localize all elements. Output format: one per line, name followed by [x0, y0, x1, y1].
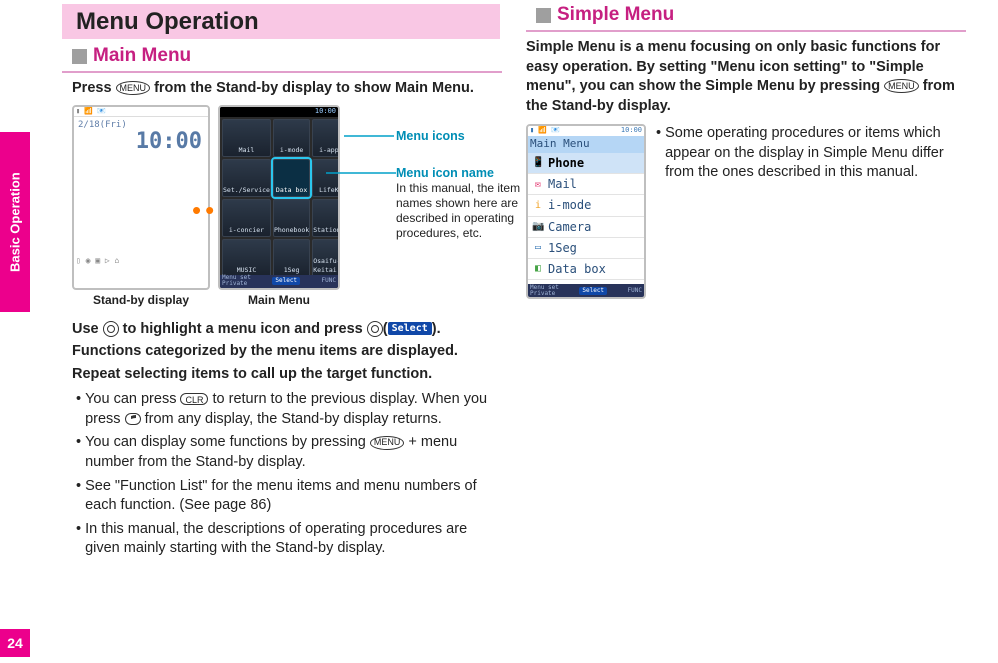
menu-item-icon: 📱: [532, 156, 544, 170]
menu-icon: Phonebook: [273, 199, 310, 237]
softkey-select: Select: [272, 277, 300, 285]
simple-menu-subhead: Simple Menu: [536, 4, 964, 26]
bullet-4: • In this manual, the descriptions of op…: [76, 520, 500, 559]
square-icon: [72, 49, 87, 64]
annotation-menu-icon-name-desc: In this manual, the item names shown her…: [396, 181, 526, 241]
menu-key-icon: MENU: [884, 79, 919, 93]
menu-icon: 1Seg: [273, 239, 310, 277]
section-title-bar: Menu Operation: [62, 4, 500, 39]
bullet-2: • You can display some functions by pres…: [76, 433, 500, 472]
menu-item-label: Phone: [548, 155, 584, 171]
menu-item-icon: ✉: [532, 178, 544, 192]
simple-menu-figure: ▮ 📶 📧10:00 Main Menu 📱Phone✉Mailii-mode📷…: [526, 124, 646, 299]
menu-item-icon: 📷: [532, 220, 544, 234]
divider: [62, 71, 502, 73]
menu-item-icon: i: [532, 199, 544, 213]
menu-item-label: i-mode: [548, 197, 591, 213]
main-menu-subhead: Main Menu: [72, 45, 500, 67]
simple-menu-item: ◧ Data box: [528, 259, 644, 280]
bullet-3: • See "Function List" for the menu items…: [76, 477, 500, 516]
standby-time: 10:00: [74, 131, 208, 153]
simple-menu-item: 📷 Camera: [528, 217, 644, 238]
simple-menu-note: • Some operating procedures or items whi…: [656, 124, 964, 183]
standby-caption: Stand-by display: [72, 292, 210, 308]
softkey-left: Menu set Private: [222, 275, 251, 287]
menu-item-label: Mail: [548, 176, 577, 192]
menu-item-icon: ▭: [532, 241, 544, 255]
square-icon: [536, 8, 551, 23]
annotation-menu-icon-name: Menu icon name: [396, 165, 494, 182]
menu-item-icon: ◧: [532, 262, 544, 276]
side-tab: Basic Operation: [0, 132, 30, 312]
menu-item-label: 1Seg: [548, 240, 577, 256]
simple-menu-title: Main Menu: [528, 136, 644, 153]
menu-item-label: Camera: [548, 219, 591, 235]
simple-menu-item: ✉ Mail: [528, 174, 644, 195]
clr-key-icon: CLR: [180, 393, 208, 405]
center-key-icon: [367, 321, 383, 337]
main-menu-caption: Main Menu: [218, 292, 340, 308]
menu-icon: i-mode: [273, 119, 310, 157]
menu-icon: LifeKit: [312, 159, 340, 197]
use-line3: Repeat selecting items to call up the ta…: [72, 365, 500, 385]
simple-menu-item: ▭ 1Seg: [528, 238, 644, 259]
annotation-menu-icons: Menu icons: [396, 128, 465, 145]
page-number: 24: [0, 629, 30, 657]
menu-icon: i-concier: [222, 199, 271, 237]
divider: [526, 30, 966, 32]
menu-item-label: Data box: [548, 261, 606, 277]
softkey-select: Select: [579, 287, 607, 295]
menu-key-icon: MENU: [370, 436, 405, 450]
menu-icon: Osaifu-Keitai: [312, 239, 340, 277]
simple-menu-item: 📱 Phone: [528, 153, 644, 174]
standby-display-figure: ▮ 📶 📧 2/18(Fri) 10:00 ▯ ◉ ▣ ▷ ⌂: [72, 105, 210, 290]
menu-icon: i-appli: [312, 119, 340, 157]
use-line2: Functions categorized by the menu items …: [72, 342, 500, 362]
menu-icon: Set./Service: [222, 159, 271, 197]
main-menu-intro: Press MENU from the Stand-by display to …: [72, 79, 500, 99]
bullet-1: • You can press CLR to return to the pre…: [76, 390, 500, 429]
main-menu-figure: 10:00 Mail i-mode i-appli Set./Service D…: [218, 105, 340, 290]
simple-menu-intro: Simple Menu is a menu focusing on only b…: [526, 38, 964, 116]
nav-key-icon: [103, 321, 119, 337]
softkey-right: FUNC: [322, 277, 336, 285]
menu-key-icon: MENU: [116, 81, 151, 95]
select-badge: Select: [388, 322, 432, 336]
section-title: Menu Operation: [76, 8, 500, 36]
hangup-key-icon: [125, 413, 141, 425]
softkey-left: Menu set Private: [530, 285, 559, 297]
use-instruction: Use to highlight a menu icon and press (…: [72, 320, 500, 340]
simple-menu-heading: Simple Menu: [557, 4, 674, 26]
menu-icon-highlighted: Data box: [273, 159, 310, 197]
menu-icon: MUSIC: [222, 239, 271, 277]
menu-icon: Stationery: [312, 199, 340, 237]
menu-icon: Mail: [222, 119, 271, 157]
main-menu-heading: Main Menu: [93, 45, 191, 67]
softkey-right: FUNC: [628, 287, 642, 295]
simple-menu-item: i i-mode: [528, 195, 644, 216]
